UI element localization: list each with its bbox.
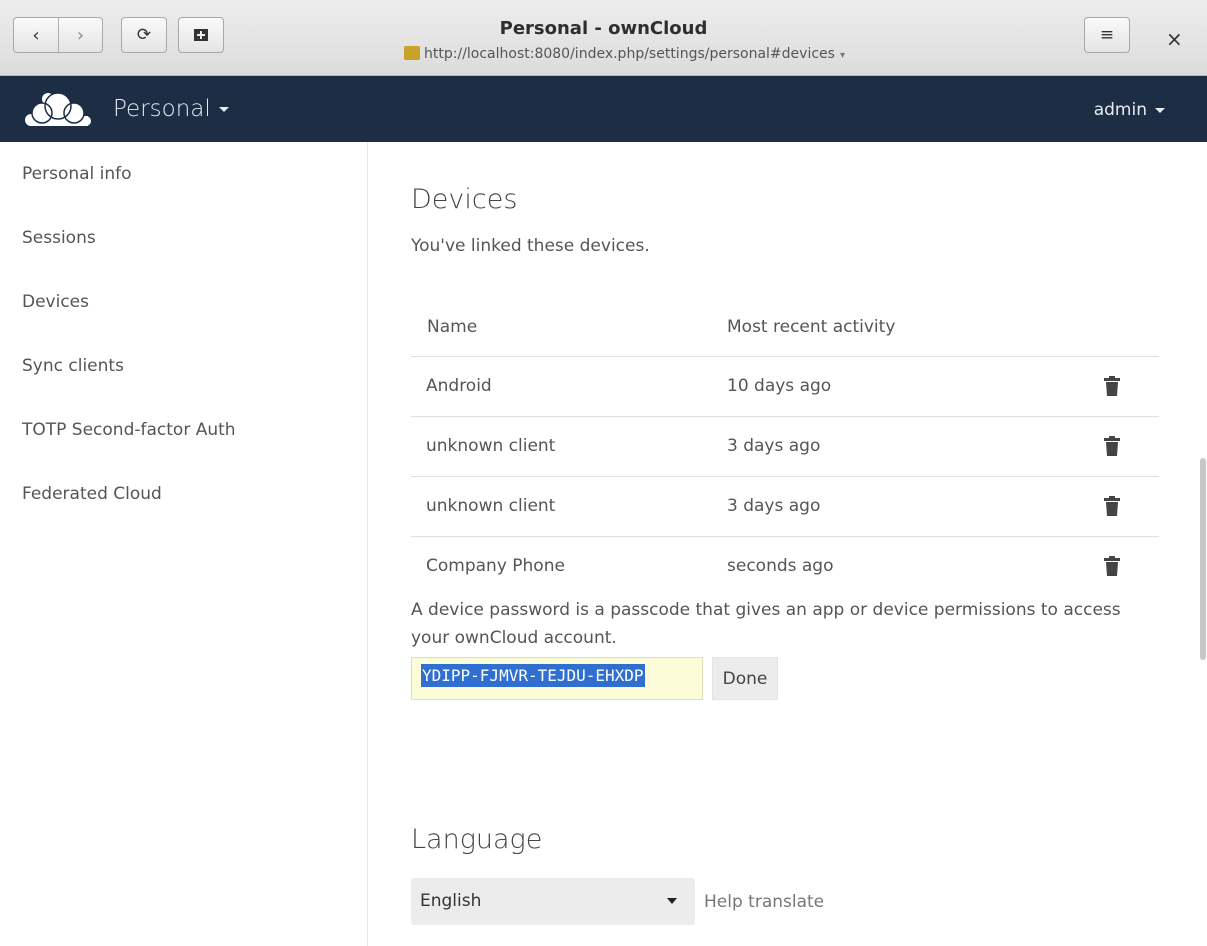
table-row: unknown client 3 days ago: [411, 476, 1159, 536]
url-dropdown-icon[interactable]: ▾: [840, 50, 845, 61]
language-select[interactable]: English: [411, 878, 695, 925]
window-title: Personal - ownCloud: [499, 18, 708, 39]
scrollbar-thumb[interactable]: [1200, 458, 1206, 660]
settings-sidebar: Personal info Sessions Devices Sync clie…: [0, 142, 368, 946]
device-password-explanation: A device password is a passcode that giv…: [411, 600, 1121, 648]
done-button[interactable]: Done: [712, 657, 778, 700]
sidebar-item-devices[interactable]: Devices: [22, 292, 89, 312]
device-activity: 3 days ago: [727, 496, 821, 516]
trash-icon[interactable]: [1104, 496, 1120, 516]
sidebar-item-sessions[interactable]: Sessions: [22, 228, 96, 248]
app-header: Personal admin: [0, 76, 1207, 142]
table-row: unknown client 3 days ago: [411, 416, 1159, 476]
language-title: Language: [411, 824, 543, 855]
app-menu-toggle[interactable]: Personal: [113, 96, 229, 122]
sidebar-item-federated-cloud[interactable]: Federated Cloud: [22, 484, 162, 504]
dropdown-arrow-icon: [667, 898, 677, 904]
device-name: Android: [426, 376, 492, 396]
user-menu[interactable]: admin: [1094, 100, 1165, 120]
hamburger-icon: ≡: [1099, 25, 1115, 45]
insecure-lock-icon: [404, 46, 421, 60]
trash-icon[interactable]: [1104, 376, 1120, 396]
caret-down-icon: [218, 107, 229, 112]
device-activity: 10 days ago: [727, 376, 832, 396]
table-row: Android 10 days ago: [411, 356, 1159, 416]
close-icon: ×: [1166, 27, 1183, 51]
devices-description: You've linked these devices.: [411, 236, 650, 256]
column-header-activity: Most recent activity: [727, 317, 896, 337]
trash-icon[interactable]: [1104, 556, 1120, 576]
device-activity: seconds ago: [727, 556, 834, 576]
sidebar-item-totp[interactable]: TOTP Second-factor Auth: [22, 420, 236, 440]
address-bar[interactable]: http://localhost:8080/index.php/settings…: [0, 46, 1207, 62]
devices-title: Devices: [411, 184, 518, 215]
device-name: Company Phone: [426, 556, 565, 576]
table-row: Company Phone seconds ago: [411, 536, 1159, 596]
browser-toolbar: ‹ › ⟳ Personal - ownCloud http://localho…: [0, 0, 1207, 76]
url-text: http://localhost:8080/index.php/settings…: [424, 46, 835, 62]
column-header-name: Name: [427, 317, 478, 337]
browser-menu-button[interactable]: ≡: [1084, 17, 1130, 53]
help-translate-link[interactable]: Help translate: [704, 892, 824, 912]
device-activity: 3 days ago: [727, 436, 821, 456]
trash-icon[interactable]: [1104, 436, 1120, 456]
caret-down-icon: [1155, 107, 1165, 113]
sidebar-item-sync-clients[interactable]: Sync clients: [22, 356, 124, 376]
language-selected-value: English: [420, 891, 482, 911]
device-name: unknown client: [426, 436, 556, 456]
user-name: admin: [1093, 100, 1147, 120]
device-token-field[interactable]: YDIPP-FJMVR-TEJDU-EHXDP: [411, 657, 703, 700]
device-name: unknown client: [426, 496, 556, 516]
device-token-text: YDIPP-FJMVR-TEJDU-EHXDP: [421, 664, 645, 687]
owncloud-logo-icon[interactable]: [20, 89, 96, 129]
sidebar-item-personal-info[interactable]: Personal info: [22, 164, 132, 184]
close-window-button[interactable]: ×: [1166, 27, 1183, 51]
app-name-label: Personal: [113, 96, 211, 122]
settings-content: Devices You've linked these devices. Nam…: [369, 142, 1207, 946]
